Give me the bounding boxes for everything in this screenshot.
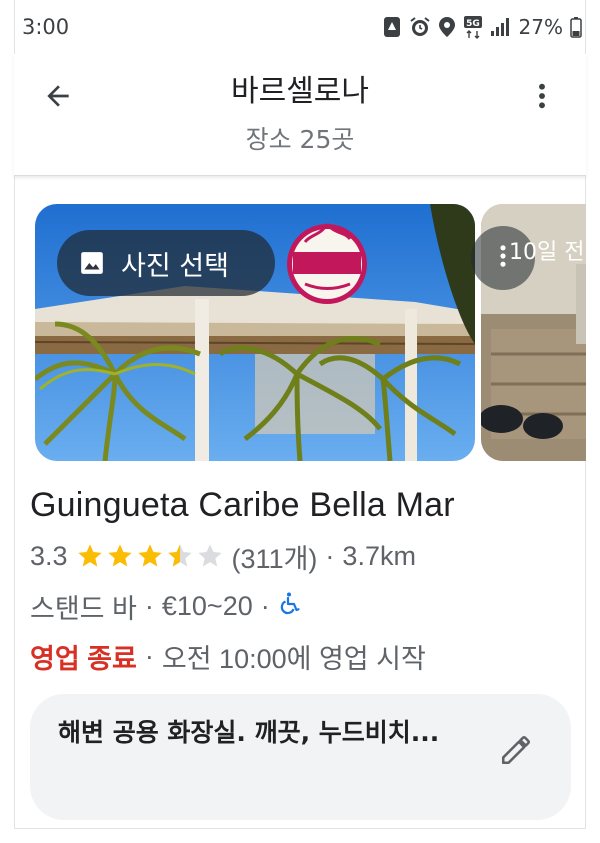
place-name[interactable]: Guingueta Caribe Bella Mar bbox=[30, 486, 455, 525]
photo-carousel[interactable]: 사진 선택 10일 전 bbox=[35, 204, 586, 461]
price-range: €10~20 bbox=[161, 590, 253, 621]
star-icon bbox=[137, 544, 162, 567]
rating-row: 3.3 (311개) · 3.7km bbox=[30, 538, 416, 574]
star-icon bbox=[77, 544, 102, 567]
separator-dot: · bbox=[144, 640, 154, 671]
edit-note-button[interactable] bbox=[492, 728, 540, 776]
more-vert-icon bbox=[526, 80, 558, 116]
note-card[interactable]: 해변 공용 화장실. 깨끗, 누드비치... bbox=[30, 694, 571, 820]
select-photo-button[interactable]: 사진 선택 bbox=[57, 230, 275, 296]
pencil-icon bbox=[499, 733, 533, 771]
star-icon bbox=[107, 544, 132, 567]
review-count[interactable]: (311개) bbox=[232, 537, 318, 576]
hours-row: 영업 종료 · 오전 10:00에 영업 시작 bbox=[30, 638, 426, 674]
hours-detail: 오전 10:00에 영업 시작 bbox=[161, 643, 426, 674]
photo-date-label: 10일 전 bbox=[509, 240, 585, 265]
star-empty-icon bbox=[197, 544, 222, 567]
hours-status: 영업 종료 bbox=[30, 643, 137, 674]
category-row: 스탠드 바 · €10~20 · bbox=[30, 588, 302, 624]
rating-value: 3.3 bbox=[30, 540, 68, 571]
star-rating bbox=[76, 542, 224, 570]
place-photo[interactable]: 사진 선택 bbox=[35, 204, 475, 461]
wheelchair-accessible-icon bbox=[278, 590, 302, 623]
separator-dot: · bbox=[260, 590, 270, 621]
place-category: 스탠드 바 bbox=[30, 593, 137, 624]
select-photo-label: 사진 선택 bbox=[121, 250, 229, 282]
separator-dot: · bbox=[325, 540, 335, 571]
page-subtitle: 장소 25곳 bbox=[245, 125, 355, 154]
image-icon bbox=[79, 250, 105, 276]
star-half-icon bbox=[167, 544, 192, 567]
distance: 3.7km bbox=[342, 540, 416, 571]
more-options-button[interactable] bbox=[520, 76, 564, 120]
list-header: 바르셀로나 장소 25곳 bbox=[14, 54, 586, 176]
note-text: 해변 공용 화장실. 깨끗, 누드비치... bbox=[58, 718, 440, 747]
page-title: 바르셀로나 bbox=[231, 74, 369, 109]
separator-dot: · bbox=[144, 590, 154, 621]
